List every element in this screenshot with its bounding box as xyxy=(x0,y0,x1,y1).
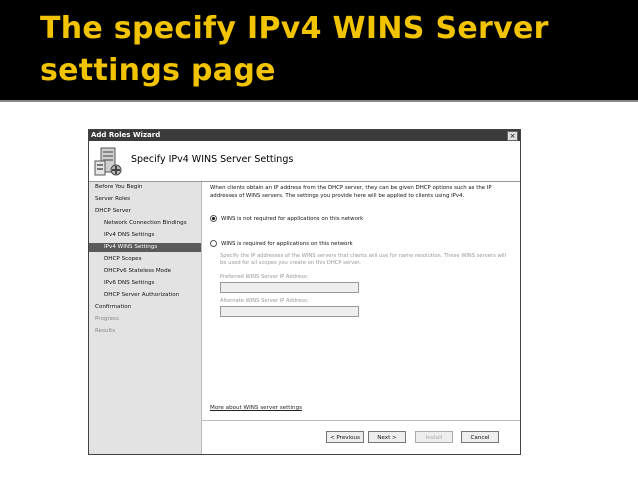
wins-hint-text: Specify the IP addresses of the WINS ser… xyxy=(220,253,507,266)
window-titlebar[interactable]: Add Roles Wizard × xyxy=(89,130,520,141)
previous-button[interactable]: < Previous xyxy=(326,431,364,443)
step-results: Results xyxy=(95,328,116,334)
intro-text: When clients obtain an IP address from t… xyxy=(210,185,492,199)
wins-required-option[interactable]: WINS is required for applications on thi… xyxy=(210,240,353,247)
wins-required-radio[interactable] xyxy=(210,240,217,247)
step-dhcp-server-authorization[interactable]: DHCP Server Authorization xyxy=(104,292,179,298)
wizard-content-pane: When clients obtain an IP address from t… xyxy=(202,182,520,454)
cancel-button[interactable]: Cancel xyxy=(461,431,499,443)
wins-required-label[interactable]: WINS is required for applications on thi… xyxy=(221,241,353,247)
header-divider xyxy=(0,100,638,102)
preferred-wins-label: Preferred WINS Server IP Address: xyxy=(220,274,309,280)
server-role-icon xyxy=(94,147,122,176)
step-ipv4-dns-settings[interactable]: IPv4 DNS Settings xyxy=(104,232,154,238)
slide-header: The specify IPv4 WINS Server settings pa… xyxy=(0,0,638,101)
step-before-you-begin[interactable]: Before You Begin xyxy=(95,184,142,190)
step-ipv6-dns-settings[interactable]: IPv6 DNS Settings xyxy=(104,280,154,286)
add-roles-wizard-window: Add Roles Wizard × Specify IPv4 WINS Ser… xyxy=(88,129,521,455)
slide-title: The specify IPv4 WINS Server settings pa… xyxy=(40,8,620,92)
footer-divider xyxy=(202,420,520,421)
preferred-wins-input[interactable] xyxy=(220,282,359,293)
slide-title-line-1: The specify IPv4 WINS Server xyxy=(40,11,549,46)
step-ipv4-wins-settings[interactable]: IPv4 WINS Settings xyxy=(89,243,201,252)
wins-not-required-option[interactable]: WINS is not required for applications on… xyxy=(210,215,363,222)
step-network-connection-bindings[interactable]: Network Connection Bindings xyxy=(104,220,187,226)
wins-not-required-radio[interactable] xyxy=(210,215,217,222)
next-button[interactable]: Next > xyxy=(368,431,406,443)
window-title: Add Roles Wizard xyxy=(91,131,161,139)
slide-title-line-2: settings page xyxy=(40,53,276,88)
step-server-roles[interactable]: Server Roles xyxy=(95,196,130,202)
install-button: Install xyxy=(415,431,453,443)
wizard-banner: Specify IPv4 WINS Server Settings xyxy=(89,141,520,182)
step-confirmation[interactable]: Confirmation xyxy=(95,304,131,310)
step-progress: Progress xyxy=(95,316,119,322)
alternate-wins-input[interactable] xyxy=(220,306,359,317)
more-about-wins-link[interactable]: More about WINS server settings xyxy=(210,405,302,411)
step-dhcp-server[interactable]: DHCP Server xyxy=(95,208,131,214)
step-dhcp-scopes[interactable]: DHCP Scopes xyxy=(104,256,142,262)
page-title: Specify IPv4 WINS Server Settings xyxy=(131,154,294,165)
alternate-wins-label: Alternate WINS Server IP Address: xyxy=(220,298,309,304)
step-dhcpv6-stateless-mode[interactable]: DHCPv6 Stateless Mode xyxy=(104,268,171,274)
close-button[interactable]: × xyxy=(507,131,518,141)
wizard-steps-pane: Before You Begin Server Roles DHCP Serve… xyxy=(89,182,202,454)
wins-not-required-label[interactable]: WINS is not required for applications on… xyxy=(221,216,363,222)
